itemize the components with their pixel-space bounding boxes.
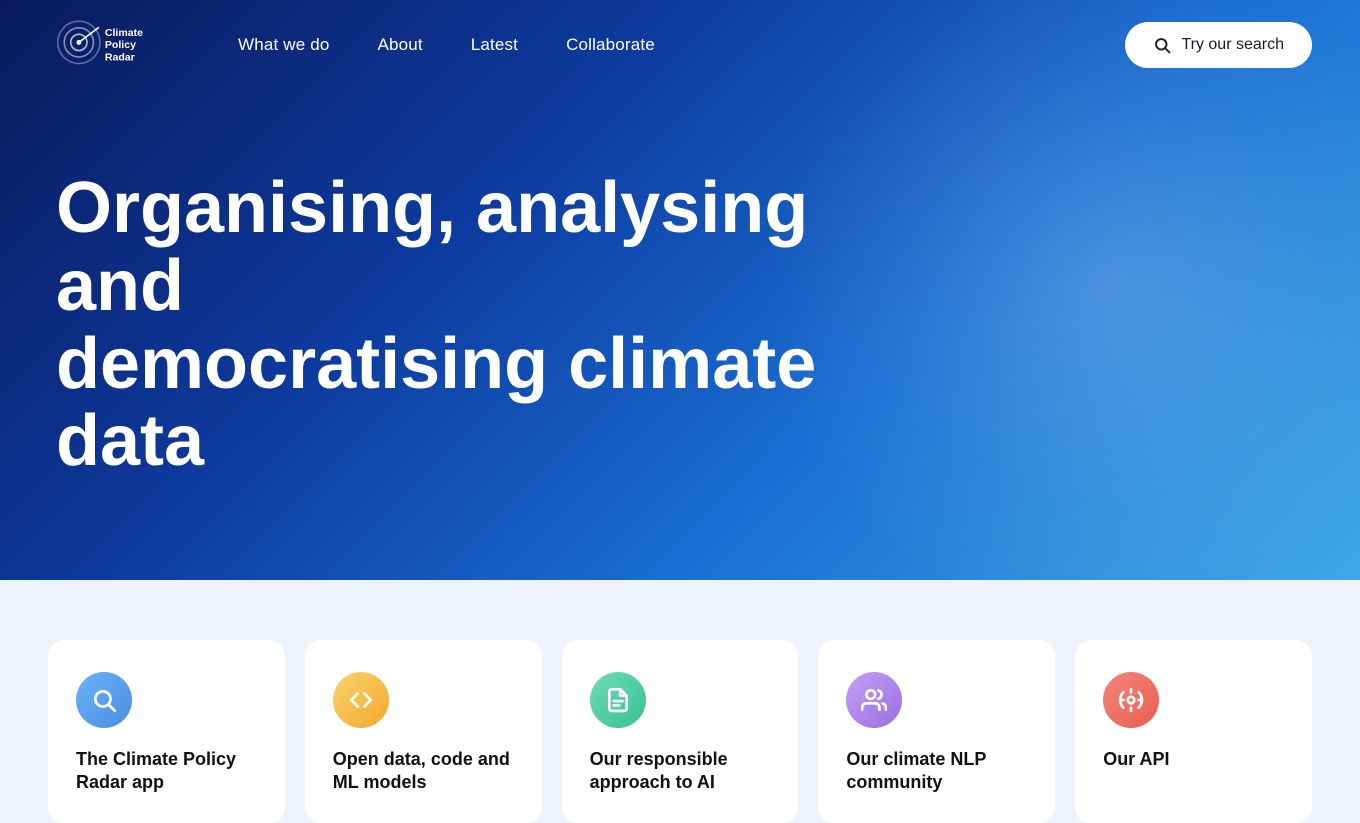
nav-links: What we do About Latest Collaborate bbox=[214, 27, 1125, 63]
nav-item-about[interactable]: About bbox=[353, 27, 446, 63]
search-icon bbox=[1153, 36, 1171, 54]
hero-heading: Organising, analysing and democratising … bbox=[56, 170, 876, 481]
nav-item-what-we-do[interactable]: What we do bbox=[214, 27, 353, 63]
card-icon-api bbox=[1103, 672, 1159, 728]
card-icon-search bbox=[76, 672, 132, 728]
main-nav: Climate Policy Radar What we do About La… bbox=[0, 0, 1360, 90]
nav-item-latest[interactable]: Latest bbox=[447, 27, 542, 63]
site-logo[interactable]: Climate Policy Radar bbox=[48, 18, 178, 72]
card-climate-nlp-community[interactable]: Our climate NLP community bbox=[818, 640, 1055, 823]
card-our-api[interactable]: Our API bbox=[1075, 640, 1312, 823]
card-icon-code bbox=[333, 672, 389, 728]
svg-text:Radar: Radar bbox=[105, 51, 135, 63]
card-open-data-code-ml[interactable]: Open data, code and ML models bbox=[305, 640, 542, 823]
cards-section: The Climate Policy Radar app Open data, … bbox=[0, 580, 1360, 823]
card-title-3: Our responsible approach to AI bbox=[590, 748, 771, 795]
search-button[interactable]: Try our search bbox=[1125, 22, 1312, 68]
card-responsible-ai[interactable]: Our responsible approach to AI bbox=[562, 640, 799, 823]
svg-text:Climate: Climate bbox=[105, 27, 143, 39]
card-icon-document bbox=[590, 672, 646, 728]
card-title-4: Our climate NLP community bbox=[846, 748, 1027, 795]
card-icon-people bbox=[846, 672, 902, 728]
card-climate-policy-radar-app[interactable]: The Climate Policy Radar app bbox=[48, 640, 285, 823]
nav-item-collaborate[interactable]: Collaborate bbox=[542, 27, 679, 63]
card-title-2: Open data, code and ML models bbox=[333, 748, 514, 795]
cards-row: The Climate Policy Radar app Open data, … bbox=[48, 640, 1312, 823]
svg-text:Policy: Policy bbox=[105, 39, 136, 51]
hero-section: Climate Policy Radar What we do About La… bbox=[0, 0, 1360, 580]
card-title-5: Our API bbox=[1103, 748, 1284, 771]
hero-text: Organising, analysing and democratising … bbox=[0, 90, 1360, 481]
card-title-1: The Climate Policy Radar app bbox=[76, 748, 257, 795]
